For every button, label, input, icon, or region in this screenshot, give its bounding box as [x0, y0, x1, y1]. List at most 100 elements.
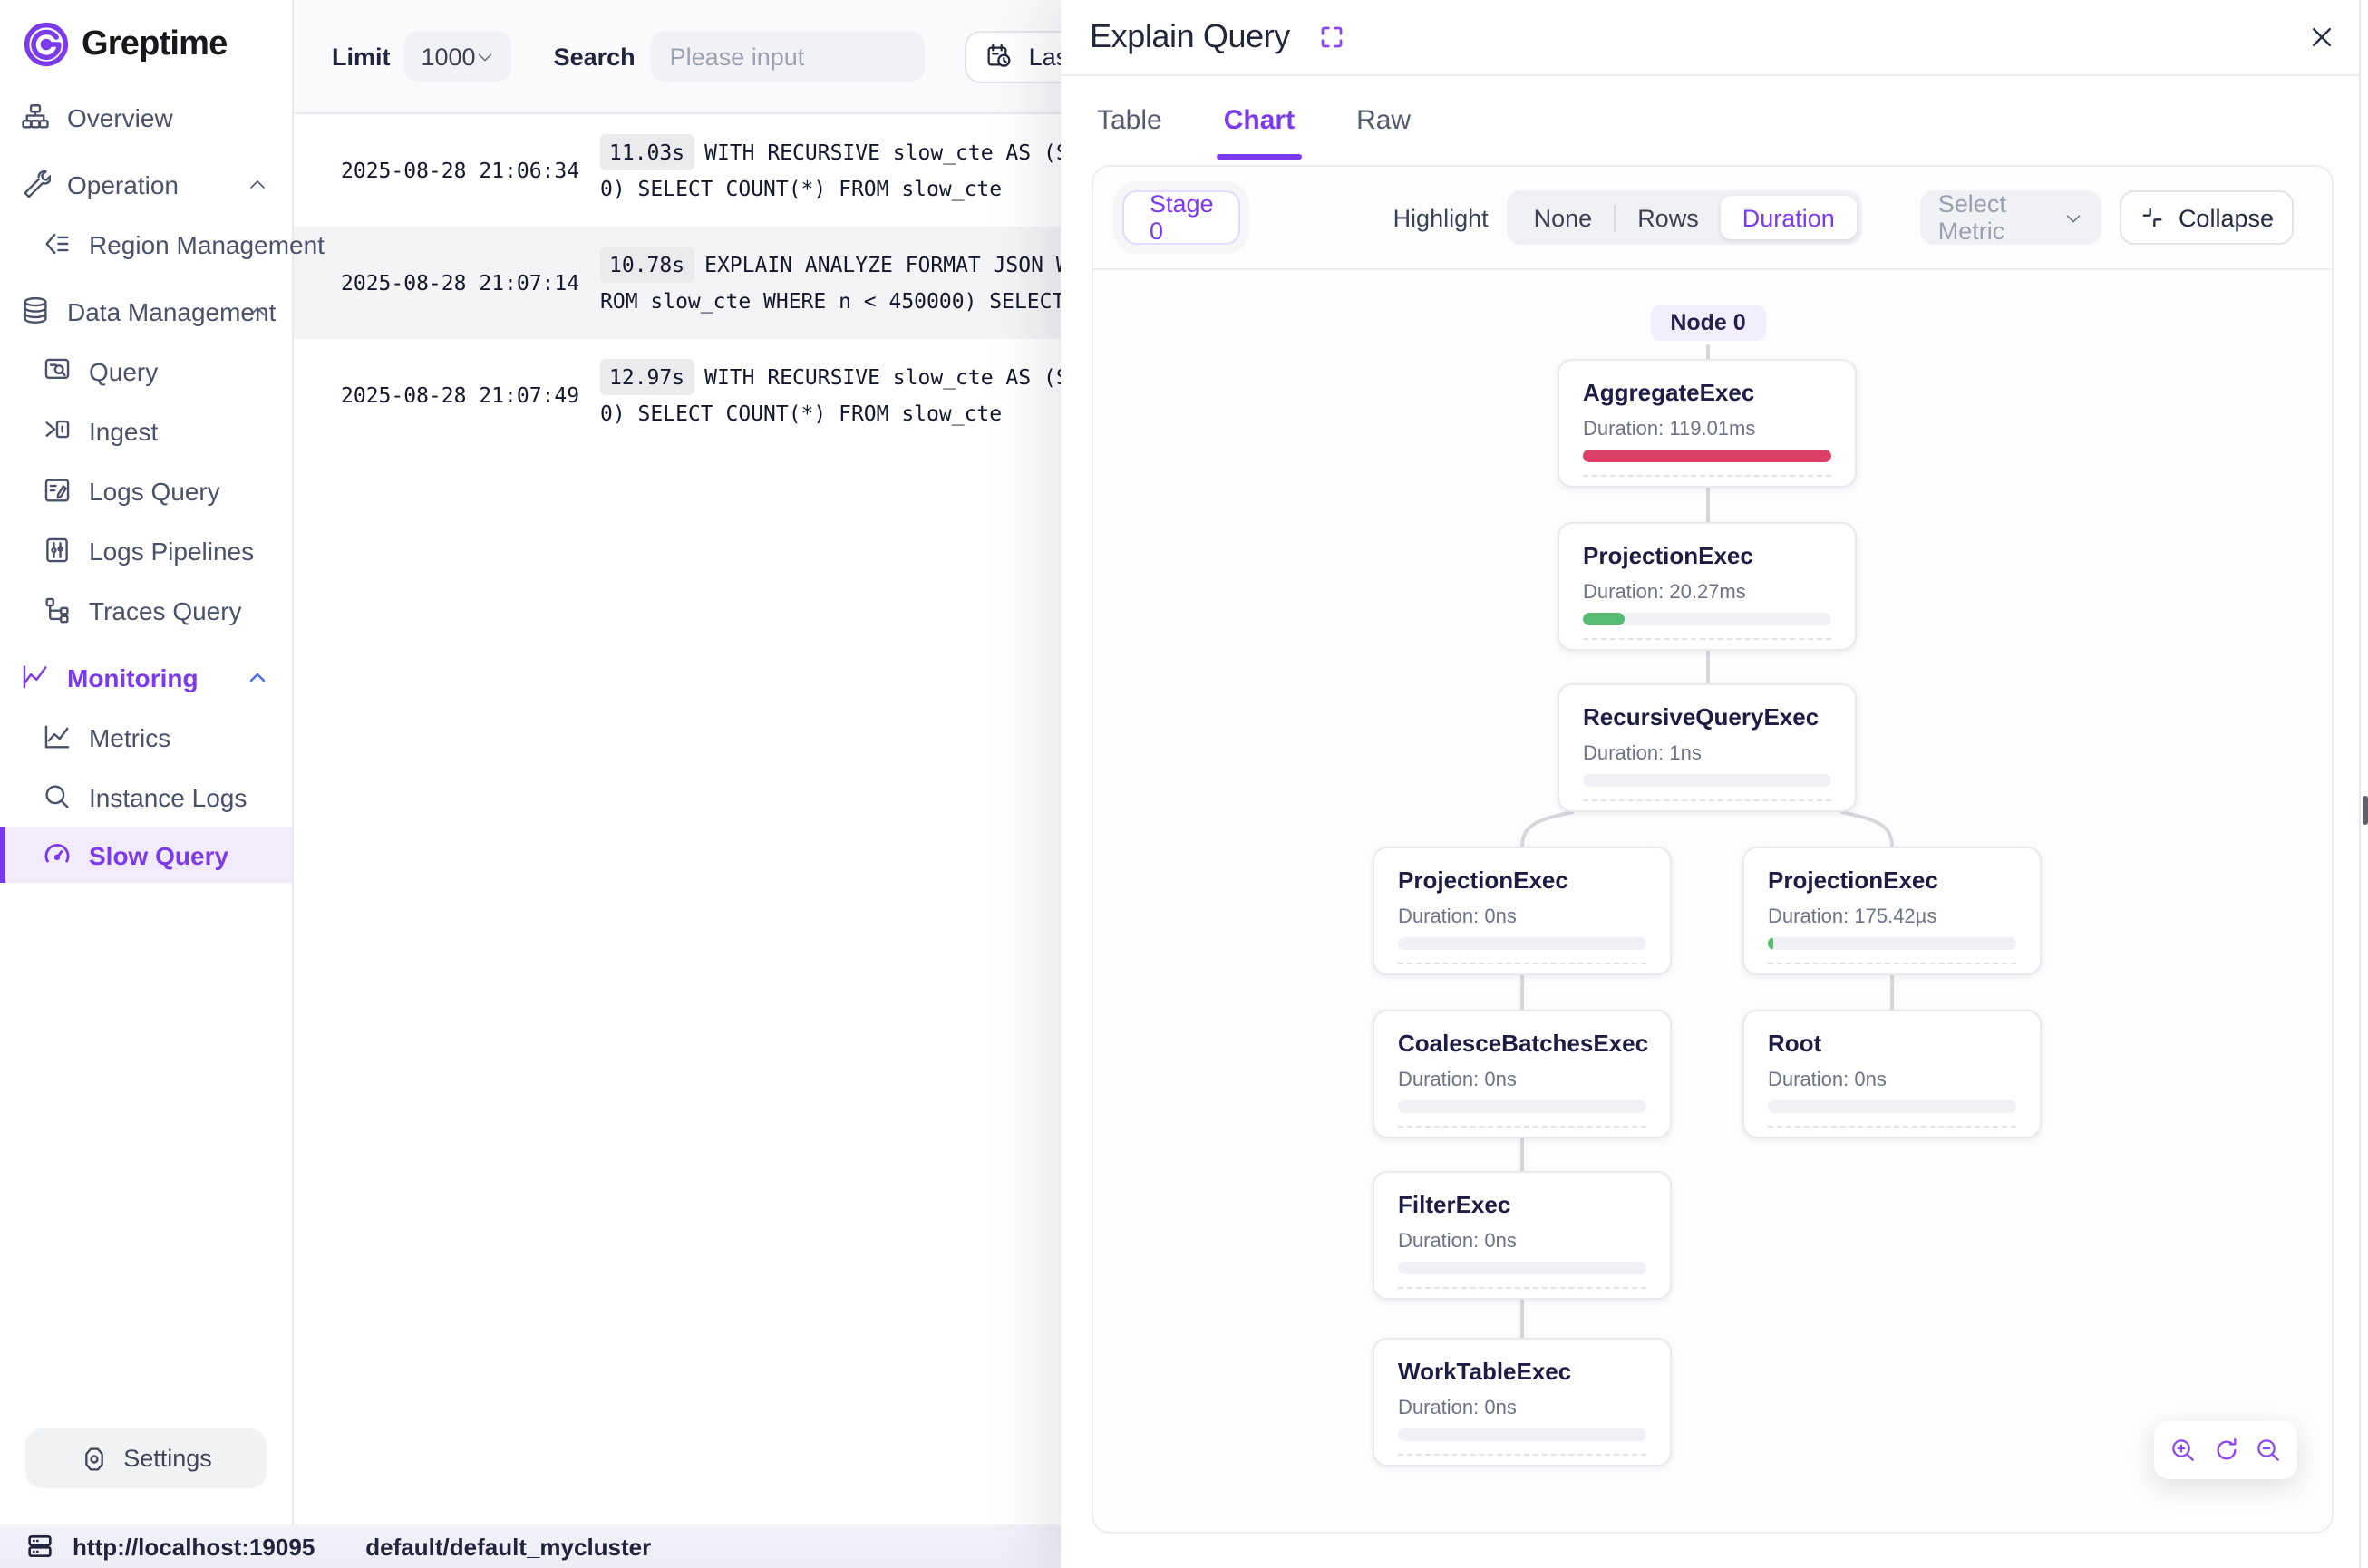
- graph-node-coalesce-batches-exec[interactable]: CoalesceBatchesExec Duration: 0ns: [1373, 1010, 1672, 1138]
- node-duration: Duration: 20.27ms: [1583, 582, 1831, 604]
- node-duration: Duration: 0ns: [1398, 1231, 1646, 1253]
- chevron-down-icon: [476, 46, 496, 66]
- table-row[interactable]: 2025-08-28 21:06:34 11.03s WITH RECURSIVE…: [294, 114, 1061, 227]
- calendar-clock-icon: [985, 42, 1014, 71]
- expand-icon[interactable]: [1319, 24, 1346, 51]
- highlight-option-rows[interactable]: Rows: [1616, 196, 1721, 239]
- sidebar-item-operation[interactable]: Operation: [0, 154, 292, 214]
- row-timestamp: 2025-08-28 21:06:34: [341, 158, 600, 183]
- greptime-logo-icon: [22, 20, 71, 69]
- tab-table[interactable]: Table: [1093, 97, 1166, 142]
- metric-select[interactable]: Select Metric: [1920, 190, 2102, 245]
- collapse-icon: [2140, 205, 2166, 230]
- duration-bar: [1398, 937, 1646, 950]
- graph-node-projection-exec-left[interactable]: ProjectionExec Duration: 0ns: [1373, 847, 1672, 975]
- chevron-up-icon[interactable]: [247, 300, 268, 322]
- row-query: 10.78sEXPLAIN ANALYZE FORMAT JSON WITH R…: [600, 247, 1061, 319]
- zoom-out-icon[interactable]: [2254, 1436, 2283, 1465]
- highlight-option-duration[interactable]: Duration: [1721, 196, 1857, 239]
- gear-icon: [80, 1444, 109, 1473]
- node-duration: Duration: 175.42µs: [1768, 906, 2016, 928]
- node-name: CoalesceBatchesExec: [1398, 1030, 1646, 1057]
- settings-button[interactable]: Settings: [25, 1428, 267, 1488]
- tab-raw[interactable]: Raw: [1353, 97, 1414, 142]
- row-timestamp: 2025-08-28 21:07:49: [341, 382, 600, 408]
- node-divider: [1398, 963, 1646, 964]
- monitoring-icon: [20, 662, 51, 692]
- duration-bar: [1583, 450, 1831, 462]
- sidebar-item-ingest[interactable]: Ingest: [0, 401, 292, 460]
- document-search-icon: [42, 355, 73, 386]
- server-url[interactable]: http://localhost:19095: [73, 1533, 315, 1560]
- duration-bar: [1583, 774, 1831, 787]
- search-input[interactable]: [652, 31, 926, 82]
- sidebar-item-label: Slow Query: [89, 840, 228, 869]
- sidebar-item-label: Logs Query: [89, 476, 220, 505]
- collapse-button[interactable]: Collapse: [2121, 190, 2294, 245]
- pipelines-icon: [42, 535, 73, 566]
- limit-value: 1000: [422, 43, 476, 70]
- graph-node-projection-exec[interactable]: ProjectionExec Duration: 20.27ms: [1558, 522, 1857, 651]
- sidebar-item-region-management[interactable]: Region Management: [0, 214, 292, 274]
- chevron-up-icon[interactable]: [247, 173, 268, 195]
- metric-placeholder: Select Metric: [1938, 190, 2064, 245]
- duration-bar: [1768, 1100, 2016, 1113]
- limit-select[interactable]: 1000: [405, 31, 512, 82]
- settings-label: Settings: [123, 1445, 212, 1472]
- metrics-icon: [42, 721, 73, 752]
- node-duration: Duration: 0ns: [1398, 1070, 1646, 1091]
- node-divider: [1768, 963, 2016, 964]
- scrollbar-thumb[interactable]: [2363, 796, 2368, 825]
- logs-query-icon: [42, 475, 73, 506]
- table-row-selected[interactable]: 2025-08-28 21:07:14 10.78sEXPLAIN ANALYZ…: [294, 227, 1061, 339]
- query-text-line2: ROM slow_cte WHERE n < 450000) SELECT C(: [600, 288, 1061, 314]
- limit-label: Limit: [332, 43, 391, 70]
- close-icon[interactable]: [2308, 24, 2335, 51]
- zoom-in-icon[interactable]: [2169, 1436, 2198, 1465]
- graph-node-projection-exec-right[interactable]: ProjectionExec Duration: 175.42µs: [1742, 847, 2042, 975]
- zoom-controls: [2154, 1421, 2297, 1479]
- graph-node-root[interactable]: Root Duration: 0ns: [1742, 1010, 2042, 1138]
- main-content: Limit 1000 Search Last 2025-08-28 21:06:…: [294, 0, 1061, 1524]
- graph-node-filter-exec[interactable]: FilterExec Duration: 0ns: [1373, 1171, 1672, 1300]
- duration-bar: [1398, 1100, 1646, 1113]
- sidebar-item-label: Instance Logs: [89, 782, 247, 811]
- database-name[interactable]: default/default_mycluster: [365, 1533, 651, 1560]
- window-scrollbar[interactable]: [2359, 0, 2368, 1568]
- graph-node-recursive-query-exec[interactable]: RecursiveQueryExec Duration: 1ns: [1558, 683, 1857, 812]
- sidebar-item-logs-pipelines[interactable]: Logs Pipelines: [0, 520, 292, 580]
- duration-badge: 11.03s: [600, 134, 694, 170]
- sidebar-item-monitoring[interactable]: Monitoring: [0, 647, 292, 707]
- greptime-logo: Greptime: [0, 0, 292, 87]
- sidebar-item-label: Operation: [67, 169, 179, 198]
- chevron-up-icon[interactable]: [247, 666, 268, 688]
- sidebar-item-overview[interactable]: Overview: [0, 87, 292, 147]
- slow-query-table: 2025-08-28 21:06:34 11.03s WITH RECURSIVE…: [294, 114, 1061, 451]
- query-text-line1: WITH RECURSIVE slow_cte AS (SELE: [704, 140, 1061, 165]
- node-name: ProjectionExec: [1583, 542, 1831, 569]
- panel-title: Explain Query: [1090, 18, 1290, 56]
- logo-text: Greptime: [82, 24, 227, 64]
- sidebar-item-label: Overview: [67, 102, 173, 131]
- sidebar-item-traces-query[interactable]: Traces Query: [0, 580, 292, 640]
- sidebar-item-slow-query[interactable]: Slow Query: [0, 827, 292, 883]
- stage-button[interactable]: Stage 0: [1122, 190, 1241, 245]
- graph-node-work-table-exec[interactable]: WorkTableExec Duration: 0ns: [1373, 1338, 1672, 1466]
- reset-zoom-icon[interactable]: [2211, 1436, 2240, 1465]
- execution-graph-canvas[interactable]: Node 0 AggregateExec Duration: 119.01ms …: [1093, 270, 2332, 1532]
- table-row[interactable]: 2025-08-28 21:07:49 12.97sWITH RECURSIVE…: [294, 339, 1061, 451]
- sidebar-item-metrics[interactable]: Metrics: [0, 707, 292, 767]
- node-duration: Duration: 0ns: [1768, 1070, 2016, 1091]
- ingest-icon: [42, 415, 73, 446]
- database-icon: [20, 295, 51, 326]
- app-root: Greptime Overview Operation Region Manag…: [0, 0, 2368, 1568]
- sidebar-item-data-management[interactable]: Data Management: [0, 281, 292, 341]
- sidebar-item-logs-query[interactable]: Logs Query: [0, 460, 292, 520]
- sidebar-item-label: Query: [89, 356, 158, 385]
- graph-node-aggregate-exec[interactable]: AggregateExec Duration: 119.01ms: [1558, 359, 1857, 488]
- tab-chart[interactable]: Chart: [1220, 97, 1298, 142]
- highlight-option-none[interactable]: None: [1512, 196, 1615, 239]
- sidebar-item-instance-logs[interactable]: Instance Logs: [0, 767, 292, 827]
- node-name: AggregateExec: [1583, 379, 1831, 406]
- sidebar-item-query[interactable]: Query: [0, 341, 292, 401]
